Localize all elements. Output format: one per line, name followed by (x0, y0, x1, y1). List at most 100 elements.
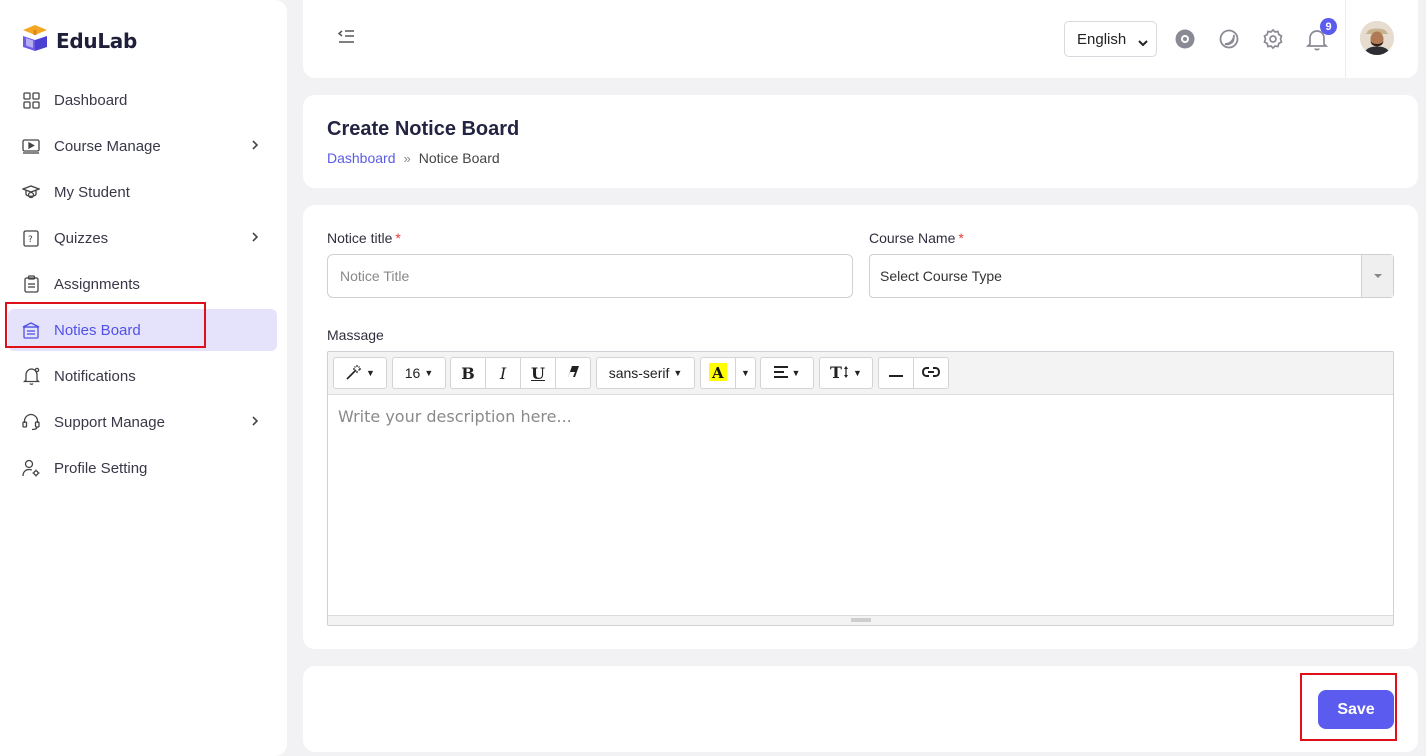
svg-text:T: T (830, 364, 842, 380)
notice-title-placeholder: Notice Title (340, 268, 410, 284)
brand-logo[interactable]: EduLab (20, 24, 137, 57)
video-icon (22, 137, 40, 155)
text-highlight-icon: A (709, 362, 727, 384)
text-color-button[interactable]: A (701, 358, 736, 388)
page-header-card: Create Notice Board Dashboard » Notice B… (303, 95, 1418, 188)
format-group: B I U (450, 357, 591, 389)
caret-down-icon: ▼ (424, 368, 434, 378)
clipboard-icon (22, 275, 40, 293)
sidebar-item-label: Profile Setting (54, 459, 148, 477)
line-height-group: T ▼ (819, 357, 873, 389)
save-button[interactable]: Save (1318, 690, 1394, 729)
sidebar-item-label: Assignments (54, 275, 140, 293)
message-editor-area[interactable]: Write your description here... (338, 407, 572, 426)
bold-icon: B (461, 363, 475, 383)
editor-toolbar: ▼ 16 ▼ B I U sans-serif ▼ A ▼ ▼ T ▼ (328, 352, 1393, 395)
breadcrumb-separator: » (403, 150, 411, 166)
breadcrumb: Dashboard » Notice Board (327, 150, 500, 166)
eye-icon[interactable] (1174, 28, 1196, 50)
caret-down-icon: ▼ (741, 368, 750, 378)
sidebar-item-assignments[interactable]: Assignments (8, 263, 277, 305)
sidebar-item-label: Support Manage (54, 413, 165, 431)
underline-button[interactable]: U (521, 358, 556, 388)
chevron-right-icon (251, 230, 259, 247)
sidebar-item-support-manage[interactable]: Support Manage (8, 401, 277, 443)
editor-resize-handle[interactable] (328, 615, 1393, 625)
sidebar-item-quizzes[interactable]: ? Quizzes (8, 217, 277, 259)
sidebar-item-noties-board[interactable]: Noties Board (8, 309, 277, 351)
svg-text:A: A (711, 364, 724, 381)
breadcrumb-current: Notice Board (418, 150, 500, 166)
sidebar-item-label: Quizzes (54, 229, 109, 247)
sidebar-collapse-icon[interactable] (337, 28, 355, 49)
font-family-group: sans-serif ▼ (596, 357, 695, 389)
font-size-group: 16 ▼ (392, 357, 446, 389)
notice-title-input[interactable]: Notice Title (327, 254, 853, 298)
sidebar-item-notifications[interactable]: Notifications (8, 355, 277, 397)
sidebar-item-course-manage[interactable]: Course Manage (8, 125, 277, 167)
course-type-select[interactable]: Select Course Type (869, 254, 1394, 298)
font-family-value: sans-serif (608, 365, 670, 381)
clear-format-button[interactable] (556, 358, 590, 388)
required-marker: * (395, 230, 401, 246)
top-bar: English 9 (303, 0, 1418, 78)
notice-board-icon (22, 321, 40, 339)
color-dropdown-button[interactable]: ▼ (736, 358, 755, 388)
message-label: Massage (327, 327, 384, 343)
headset-icon (22, 413, 40, 431)
insert-group (878, 357, 949, 389)
eraser-icon (566, 365, 580, 381)
course-name-label-text: Course Name (869, 230, 956, 246)
bold-button[interactable]: B (451, 358, 486, 388)
breadcrumb-dashboard-link[interactable]: Dashboard (327, 150, 396, 166)
course-name-label: Course Name * (869, 230, 964, 246)
user-avatar[interactable] (1360, 21, 1394, 55)
topbar-divider (1345, 0, 1346, 78)
notification-count-badge: 9 (1320, 18, 1337, 35)
caret-down-icon: ▼ (366, 368, 375, 378)
brand-name: EduLab (56, 28, 137, 53)
color-group: A ▼ (700, 357, 756, 389)
sidebar-item-label: Noties Board (54, 321, 141, 339)
page-title: Create Notice Board (327, 118, 520, 140)
align-dropdown[interactable]: ▼ (761, 358, 813, 388)
gear-icon[interactable] (1262, 28, 1284, 50)
font-family-dropdown[interactable]: sans-serif ▼ (597, 358, 694, 388)
underline-icon: U (531, 363, 545, 383)
notice-title-label-text: Notice title (327, 230, 393, 246)
sidebar-item-dashboard[interactable]: Dashboard (8, 79, 277, 121)
link-icon (921, 365, 941, 381)
rich-text-editor: ▼ 16 ▼ B I U sans-serif ▼ A ▼ ▼ T ▼ Writ… (327, 351, 1394, 626)
sidebar: EduLab Dashboard Course Manage My Studen… (0, 0, 287, 756)
font-size-dropdown[interactable]: 16 ▼ (393, 358, 445, 388)
form-card: Notice title * Notice Title Course Name * … (303, 205, 1418, 649)
theme-toggle-icon[interactable] (1218, 28, 1240, 50)
magic-wand-icon (345, 364, 362, 383)
line-height-dropdown[interactable]: T ▼ (820, 358, 872, 388)
chevron-down-icon (1138, 34, 1148, 51)
italic-button[interactable]: I (486, 358, 521, 388)
select-arrow (1361, 255, 1393, 297)
quiz-icon: ? (22, 229, 40, 247)
italic-icon: I (499, 363, 507, 383)
caret-down-icon (1373, 274, 1382, 278)
text-height-icon: T (830, 363, 852, 383)
sidebar-item-profile-setting[interactable]: Profile Setting (8, 447, 277, 489)
notice-title-label: Notice title * (327, 230, 401, 246)
language-value: English (1077, 30, 1127, 48)
caret-down-icon: ▼ (853, 368, 862, 378)
form-actions-card: Save (303, 666, 1418, 752)
grid-icon (22, 91, 40, 109)
sidebar-item-label: Dashboard (54, 91, 128, 109)
sidebar-item-my-student[interactable]: My Student (8, 171, 277, 213)
caret-down-icon: ▼ (791, 368, 801, 378)
style-magic-button[interactable]: ▼ (334, 358, 386, 388)
sidebar-item-label: Course Manage (54, 137, 161, 155)
horizontal-rule-button[interactable] (879, 358, 914, 388)
insert-link-button[interactable] (914, 358, 948, 388)
sidebar-item-label: My Student (54, 183, 130, 201)
chevron-right-icon (251, 414, 259, 431)
language-select[interactable]: English (1064, 21, 1157, 57)
chevron-right-icon (251, 138, 259, 155)
graduation-cap-icon (22, 183, 40, 201)
